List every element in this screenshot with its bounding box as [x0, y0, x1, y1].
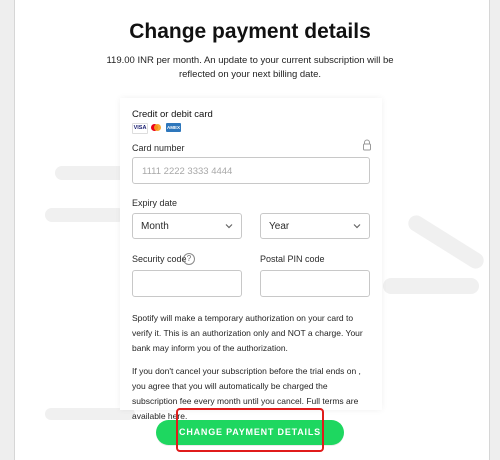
- expiry-year-value: Year: [269, 221, 290, 232]
- page-subtitle: 119.00 INR per month. An update to your …: [106, 55, 394, 80]
- mastercard-logo-graphic: [151, 124, 161, 131]
- amex-logo: AMEX: [166, 123, 181, 132]
- postal-code-input[interactable]: [260, 270, 370, 297]
- lock-icon: [363, 139, 371, 151]
- card-number-label: Card number: [132, 143, 185, 153]
- chevron-down-icon: [225, 224, 233, 229]
- card-section-heading: Credit or debit card: [132, 109, 213, 120]
- background-shape: [405, 212, 487, 272]
- expiry-date-label: Expiry date: [132, 198, 178, 208]
- expiry-month-select[interactable]: Month: [132, 213, 242, 239]
- amex-logo-text: AMEX: [166, 125, 180, 130]
- mastercard-logo: [150, 123, 162, 132]
- visa-logo-text: VISA: [133, 125, 147, 131]
- window-left-edge: [0, 0, 15, 460]
- card-number-placeholder: 1111 2222 3333 4444: [142, 166, 233, 177]
- security-code-input[interactable]: [132, 270, 242, 297]
- authorization-disclaimer: Spotify will make a temporary authorizat…: [132, 313, 363, 353]
- security-code-label: Security code: [132, 254, 187, 264]
- window-right-edge: [489, 0, 500, 460]
- help-icon[interactable]: ?: [183, 253, 195, 265]
- card-number-input[interactable]: 1111 2222 3333 4444: [132, 157, 370, 184]
- visa-logo: VISA: [132, 123, 148, 134]
- background-shape: [45, 208, 125, 222]
- chevron-down-icon: [353, 224, 361, 229]
- expiry-year-select[interactable]: Year: [260, 213, 370, 239]
- background-shape: [383, 278, 479, 294]
- highlight-box: [176, 408, 324, 452]
- postal-code-label: Postal PIN code: [260, 254, 325, 264]
- background-shape: [55, 166, 127, 180]
- page-title: Change payment details: [129, 20, 371, 43]
- expiry-month-value: Month: [141, 221, 169, 232]
